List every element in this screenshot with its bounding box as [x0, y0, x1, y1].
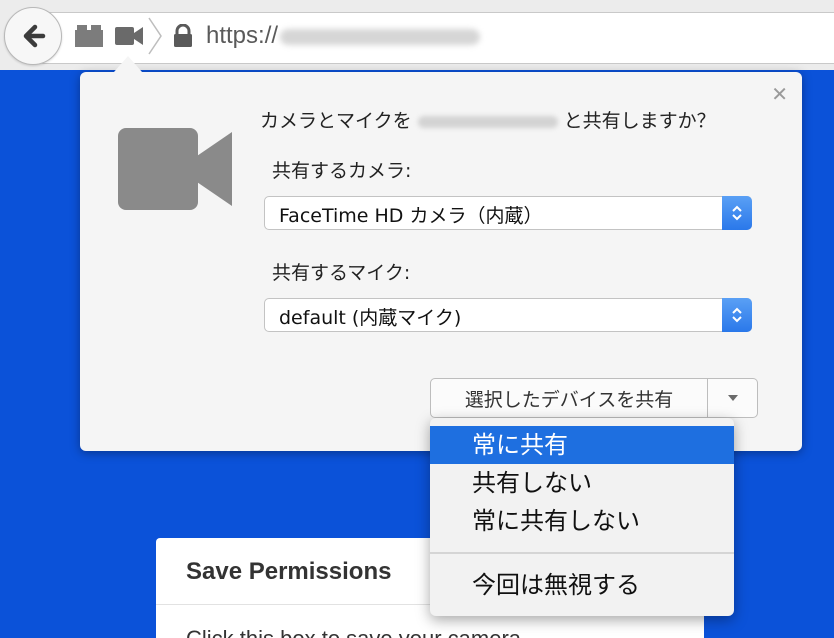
mic-select-value: default (内蔵マイク)	[279, 307, 462, 329]
mic-select[interactable]: default (内蔵マイク)	[264, 298, 752, 332]
video-camera-icon	[118, 128, 232, 210]
mic-select-stepper[interactable]	[722, 298, 752, 332]
notification-icon[interactable]	[74, 24, 104, 48]
menu-item-always-share[interactable]: 常に共有	[430, 426, 734, 464]
share-selected-devices-button[interactable]: 選択したデバイスを共有	[430, 378, 708, 418]
camera-label: 共有するカメラ:	[272, 160, 412, 182]
menu-item-dont-share[interactable]: 共有しない	[430, 464, 734, 502]
camera-select-value: FaceTime HD カメラ（内蔵）	[279, 205, 543, 227]
url-host-redacted	[280, 28, 481, 45]
updown-chevron-icon	[732, 205, 742, 221]
url-text[interactable]: https://	[206, 22, 481, 50]
back-arrow-icon	[23, 24, 46, 48]
permission-popup: ✕ カメラとマイクを と共有しますか？ 共有するカメラ: FaceTime HD …	[80, 72, 802, 451]
mic-label: 共有するマイク:	[272, 262, 411, 284]
host-redacted	[417, 115, 558, 128]
share-options-menu: 常に共有 共有しない 常に共有しない 今回は無視する	[430, 418, 734, 616]
permission-question: カメラとマイクを と共有しますか？	[260, 106, 716, 133]
share-options-dropdown-button[interactable]	[708, 378, 758, 418]
chevron-right-icon	[148, 17, 162, 55]
question-suffix: と共有しますか？	[563, 110, 716, 132]
back-button[interactable]	[4, 7, 62, 65]
camera-select[interactable]: FaceTime HD カメラ（内蔵）	[264, 196, 752, 230]
menu-item-never-share[interactable]: 常に共有しない	[430, 502, 734, 540]
card-title: Save Permissions	[186, 558, 392, 585]
menu-item-ignore-this-time[interactable]: 今回は無視する	[430, 566, 734, 604]
camera-select-stepper[interactable]	[722, 196, 752, 230]
url-scheme: https://	[206, 22, 279, 49]
triangle-down-icon	[727, 395, 738, 401]
close-icon[interactable]: ✕	[771, 84, 788, 104]
popup-arrow	[114, 56, 142, 72]
menu-separator	[430, 552, 734, 554]
lock-icon	[174, 24, 192, 47]
updown-chevron-icon	[732, 307, 742, 323]
camera-permission-icon[interactable]	[114, 24, 144, 48]
question-prefix: カメラとマイクを	[260, 110, 412, 132]
card-description: Click this box to save your camera	[186, 626, 521, 638]
